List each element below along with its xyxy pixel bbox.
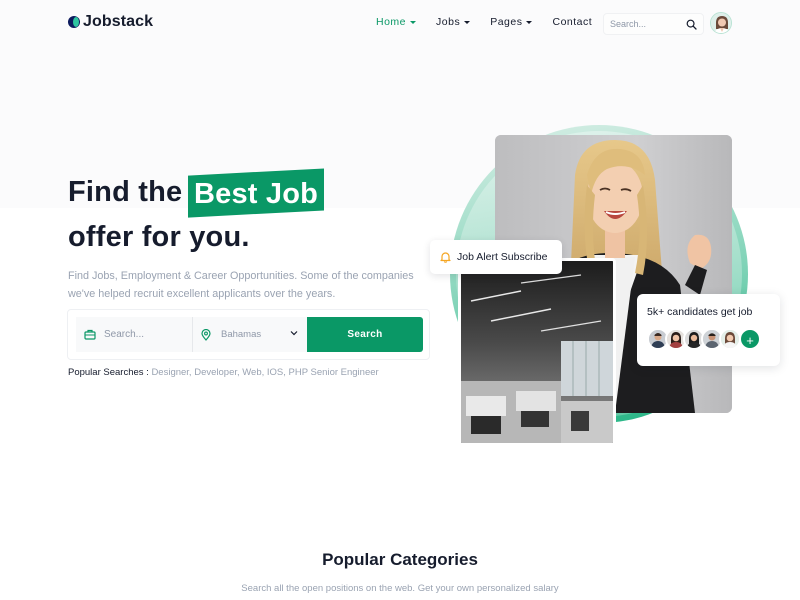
avatar[interactable]: [719, 328, 741, 350]
nav-item-home[interactable]: Home: [376, 16, 417, 28]
nav-item-label: Home: [376, 16, 407, 28]
caret-down-icon: [526, 20, 533, 24]
navbar: Jobstack Home Jobs Pages Contact: [0, 0, 800, 46]
add-candidate-button[interactable]: +: [739, 328, 761, 350]
hero-title-highlight: Best Job: [188, 167, 325, 218]
map-pin-icon: [201, 328, 211, 341]
nav-item-pages[interactable]: Pages: [490, 16, 533, 28]
job-alert-card[interactable]: Job Alert Subscribe: [430, 240, 562, 274]
candidates-label: 5k+ candidates get job: [647, 306, 753, 318]
section-subtitle: Search all the open positions on the web…: [241, 583, 559, 594]
chevron-down-icon: [290, 331, 298, 336]
keyword-field: [76, 317, 192, 352]
nav-item-label: Jobs: [436, 16, 461, 28]
candidates-card: 5k+ candidates get job +: [637, 294, 780, 366]
nav-item-label: Contact: [552, 16, 593, 28]
nav-item-jobs[interactable]: Jobs: [436, 16, 471, 28]
popular-searches-label: Popular Searches :: [68, 367, 149, 378]
job-alert-label: Job Alert Subscribe: [457, 251, 548, 263]
popular-searches: Popular Searches : Designer, Developer, …: [68, 367, 379, 378]
logo-icon: [68, 16, 80, 28]
nav-search-box: [603, 13, 704, 35]
search-button[interactable]: Search: [307, 317, 423, 352]
caret-down-icon: [464, 20, 471, 24]
nav-search-input[interactable]: [604, 14, 679, 34]
search-icon[interactable]: [686, 19, 697, 30]
keyword-input[interactable]: [104, 329, 188, 340]
popular-searches-terms[interactable]: Designer, Developer, Web, IOS, PHP Senio…: [151, 367, 378, 378]
job-search-form: Bahamas Search: [67, 309, 430, 360]
brand-logo[interactable]: Jobstack: [68, 13, 153, 31]
caret-down-icon: [410, 20, 417, 24]
bell-icon: [440, 252, 451, 263]
location-value: Bahamas: [221, 329, 262, 340]
candidate-avatars: +: [647, 328, 761, 350]
hero-title-prefix: Find the: [68, 176, 183, 208]
user-avatar[interactable]: [710, 12, 732, 34]
nav-menu: Home Jobs Pages Contact: [376, 16, 612, 28]
nav-item-label: Pages: [490, 16, 523, 28]
brand-name: Jobstack: [83, 13, 154, 30]
location-select[interactable]: Bahamas: [192, 317, 307, 352]
nav-item-contact[interactable]: Contact: [552, 16, 592, 28]
hero-title-suffix: offer for you.: [68, 221, 250, 253]
hero-photo-office: [458, 258, 616, 446]
section-title: Popular Categories: [322, 550, 478, 569]
hero-title: Find the Best Job offer for you.: [68, 167, 325, 260]
hero-description: Find Jobs, Employment & Career Opportuni…: [68, 270, 414, 300]
briefcase-icon: [84, 329, 96, 340]
hero-title-highlight-text: Best Job: [194, 177, 319, 210]
